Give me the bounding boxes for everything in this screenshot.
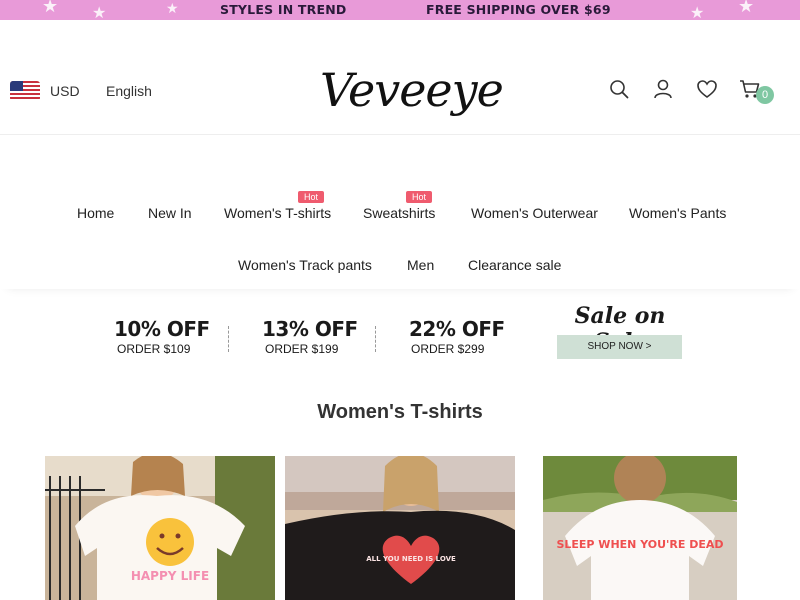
nav-item-sweatshirts[interactable]: Sweatshirts [363,205,435,221]
product-card[interactable]: ALL YOU NEED IS LOVE [285,456,515,600]
nav-item-womens-tshirts[interactable]: Women's T-shirts [224,205,331,221]
nav-item-womens-pants[interactable]: Women's Pants [629,205,726,221]
deal-divider [228,326,229,352]
us-flag-icon[interactable] [10,81,40,101]
tshirt-print-text: SLEEP WHEN YOU'RE DEAD [556,538,723,551]
promo-message-left: STYLES IN TREND [220,2,347,17]
product-card[interactable]: HAPPY LIFE [45,456,275,600]
star-icon: ★ [738,0,755,16]
product-image[interactable]: ALL YOU NEED IS LOVE [285,456,515,600]
main-navigation: Home New In Women's T-shirts Hot Sweatsh… [0,136,800,289]
tshirt-print-text: ALL YOU NEED IS LOVE [366,555,456,563]
star-icon: ★ [166,0,179,16]
nav-item-men[interactable]: Men [407,257,434,273]
product-image[interactable]: HAPPY LIFE [45,456,275,600]
search-icon[interactable] [608,78,630,100]
language-selector[interactable]: English [106,83,152,99]
hot-badge: Hot [298,191,325,203]
section-title: Women's T-shirts [317,401,483,423]
deal-threshold: ORDER $199 [265,342,339,356]
deal-threshold: ORDER $299 [411,342,485,356]
deal-discount: 10% OFF [114,317,210,341]
nav-item-womens-track-pants[interactable]: Women's Track pants [238,257,372,273]
tshirt-print-text: HAPPY LIFE [131,569,209,583]
heart-icon[interactable] [696,78,718,100]
deal-discount: 13% OFF [262,317,358,341]
nav-item-clearance-sale[interactable]: Clearance sale [468,257,561,273]
deal-threshold: ORDER $109 [117,342,191,356]
nav-item-womens-outerwear[interactable]: Women's Outerwear [471,205,598,221]
site-logo[interactable]: Veveeye [320,50,504,130]
promo-bar: ★ ★ ★ ★ ★ STYLES IN TREND FREE SHIPPING … [0,0,800,20]
promo-message-right: FREE SHIPPING OVER $69 [426,2,611,17]
deal-discount: 22% OFF [409,317,505,341]
star-icon: ★ [690,5,705,21]
hot-badge: Hot [406,191,433,203]
product-card[interactable]: SLEEP WHEN YOU'RE DEAD [525,456,755,600]
account-icon[interactable] [652,78,674,100]
star-icon: ★ [92,5,107,21]
star-icon: ★ [42,0,59,16]
product-image[interactable]: SLEEP WHEN YOU'RE DEAD [525,456,755,600]
deal-divider [375,326,376,352]
shop-now-button[interactable]: SHOP NOW > [557,335,682,359]
site-header: USD English Veveeye 0 [0,20,800,135]
currency-selector[interactable]: USD [50,83,80,99]
nav-item-home[interactable]: Home [77,205,114,221]
nav-item-new-in[interactable]: New In [148,205,192,221]
cart-count-badge: 0 [756,86,774,104]
